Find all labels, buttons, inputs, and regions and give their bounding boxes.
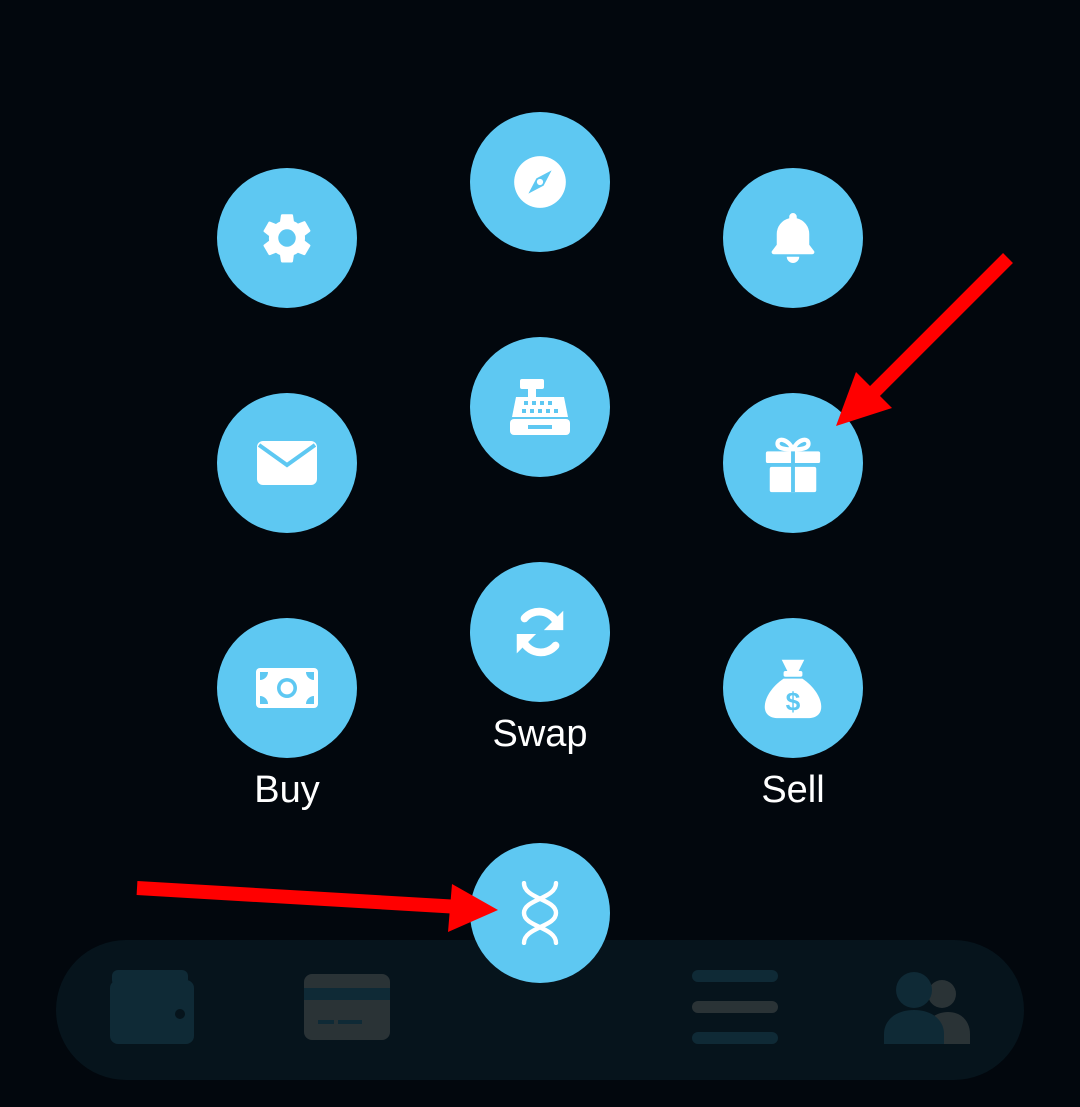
cash-icon [256,668,318,708]
notifications-button[interactable] [723,168,863,308]
credit-card-icon [304,974,390,1040]
bell-icon [771,213,815,263]
center-menu-button[interactable] [470,843,610,983]
sell-button[interactable]: $ [723,618,863,758]
messages-button[interactable] [217,393,357,533]
explore-button[interactable] [470,112,610,252]
wallet-tab[interactable] [110,970,196,1049]
gear-icon [263,214,311,263]
point-of-sale-button[interactable] [470,337,610,477]
compass-icon [514,156,566,208]
users-icon [884,972,970,1044]
settings-button[interactable] [217,168,357,308]
gift-icon [765,437,821,493]
swap-label: Swap [492,713,588,755]
contacts-tab[interactable] [884,970,972,1049]
buy-button[interactable] [217,618,357,758]
money-bag-icon: $ [764,659,822,719]
cash-register-icon [510,379,570,435]
refresh-icon [516,607,564,657]
menu-tab[interactable] [692,970,778,1049]
sell-label: Sell [761,769,825,811]
card-tab[interactable] [304,974,390,1045]
gift-button[interactable] [723,393,863,533]
buy-label: Buy [254,769,320,811]
svg-text:$: $ [786,687,801,717]
mail-icon [257,441,317,485]
dna-icon [521,881,559,945]
swap-button[interactable] [470,562,610,702]
wallet-icon [110,970,194,1044]
menu-lines-icon [692,970,778,1044]
